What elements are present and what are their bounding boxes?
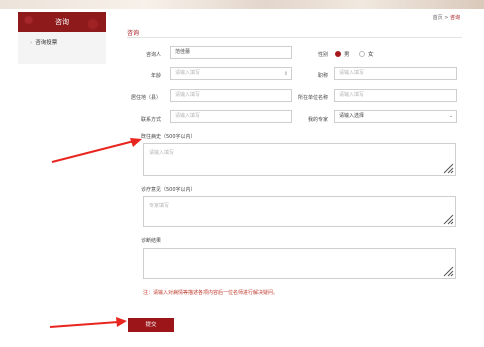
expert-select-value: 请输入选择 xyxy=(339,113,365,119)
annotation-arrow-icon xyxy=(49,317,127,328)
gender-male-label: 男 xyxy=(344,52,350,58)
title-divider xyxy=(127,37,462,38)
chevron-right-icon: › xyxy=(30,40,33,46)
resize-grip-icon[interactable] xyxy=(442,213,454,225)
form-note: 注：请输入对病情等描述各项内容后一位名师进行解决疑问。 xyxy=(143,290,279,296)
workplace-field[interactable]: 请输入填写 xyxy=(334,89,457,102)
breadcrumb-current: 咨询 xyxy=(449,15,460,21)
breadcrumb-home[interactable]: 首页 xyxy=(433,15,443,21)
history-placeholder: 请输入填写 xyxy=(149,150,175,156)
page-title: 咨询 xyxy=(127,30,140,37)
annotation-arrow-icon xyxy=(51,138,142,163)
history-label: 既往病史（500字以内） xyxy=(141,134,196,140)
sidebar-item-label: 咨询投票 xyxy=(35,40,58,46)
diagnosis-textarea[interactable] xyxy=(143,248,456,279)
sidebar-item-consult-vote[interactable]: › 咨询投票 xyxy=(18,32,106,54)
name-field[interactable]: 范佳蕾 xyxy=(170,46,292,59)
radio-unchecked-icon xyxy=(359,51,365,57)
occupation-field[interactable]: 请输入填写 xyxy=(334,67,457,80)
opinion-placeholder: 专家填写 xyxy=(149,203,170,209)
expert-label: 我的专家 xyxy=(307,117,328,123)
chevron-down-icon: ⌄ xyxy=(448,113,453,119)
expert-select[interactable]: 请输入选择 ⌄ xyxy=(334,110,457,123)
radio-checked-icon xyxy=(335,51,341,57)
submit-button[interactable]: 提交 xyxy=(128,318,174,332)
age-placeholder: 请输入填写 xyxy=(175,70,201,76)
diagnosis-label: 诊断结果 xyxy=(141,238,162,244)
opinion-label: 诊疗意见（500字以内） xyxy=(141,187,196,193)
gender-label: 性别 xyxy=(317,52,328,58)
name-label: 咨询人 xyxy=(145,52,161,58)
residence-field[interactable]: 请输入填写 xyxy=(170,89,292,102)
sidebar-header: 咨询 xyxy=(18,12,106,32)
workplace-label: 所在单位名称 xyxy=(297,95,328,101)
gender-female-label: 女 xyxy=(368,52,374,58)
residence-label: 居住地（县） xyxy=(130,95,161,101)
breadcrumb: 首页 > 咨询 xyxy=(433,14,460,21)
resize-grip-icon[interactable] xyxy=(442,162,454,174)
age-field[interactable]: 请输入填写 ⇕ xyxy=(170,67,292,80)
sidebar: 咨询 › 咨询投票 xyxy=(18,12,106,64)
opinion-textarea[interactable]: 专家填写 xyxy=(143,196,456,227)
contact-field[interactable]: 请输入填写 xyxy=(170,110,292,123)
resize-grip-icon[interactable] xyxy=(442,265,454,277)
occupation-label: 职称 xyxy=(317,73,328,79)
breadcrumb-separator: > xyxy=(444,15,449,21)
age-label: 年龄 xyxy=(150,73,161,79)
contact-label: 联系方式 xyxy=(140,117,161,123)
gender-female-radio[interactable]: 女 xyxy=(359,50,374,58)
gender-male-radio[interactable]: 男 xyxy=(335,50,350,58)
history-textarea[interactable]: 请输入填写 xyxy=(143,143,456,176)
top-banner xyxy=(0,0,484,9)
